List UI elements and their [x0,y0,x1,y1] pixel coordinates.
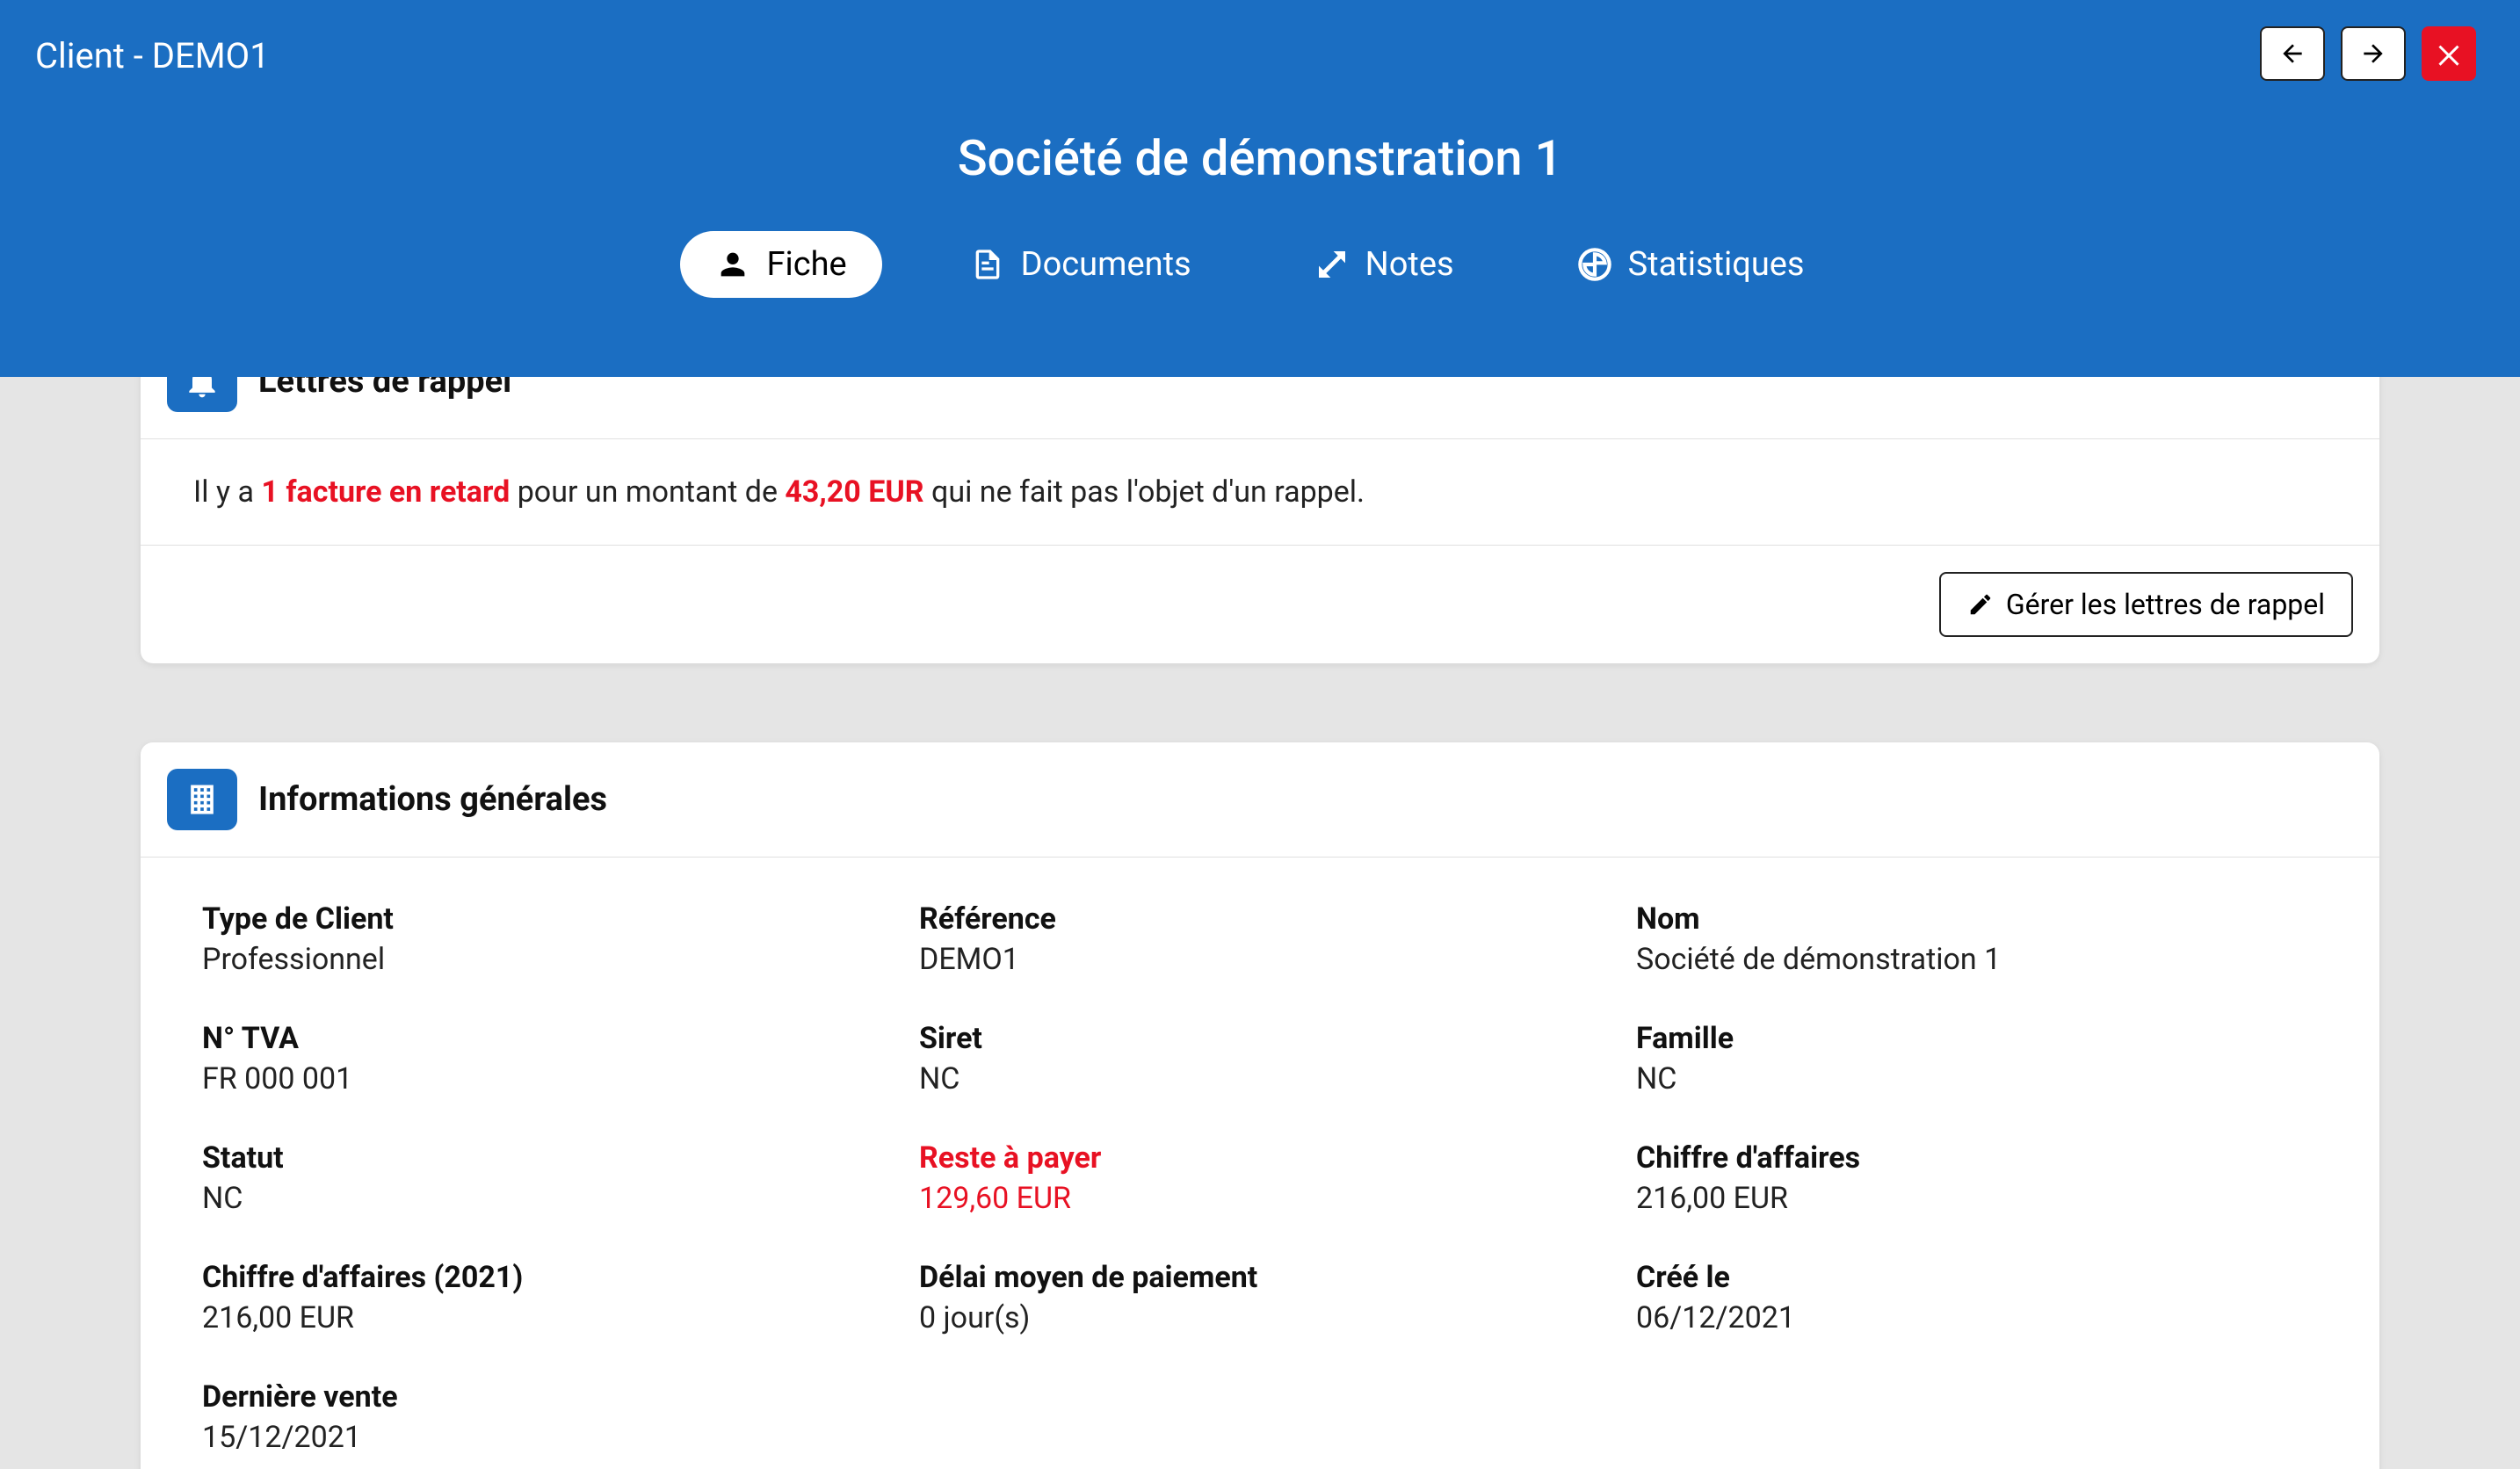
field-famille: Famille NC [1636,1021,2318,1096]
close-button[interactable] [2422,26,2476,81]
value-tva: FR 000 001 [202,1061,884,1096]
label-statut: Statut [202,1140,884,1176]
reminders-body: Il y a 1 facture en retard pour un monta… [141,439,2379,545]
label-delai: Délai moyen de paiement [919,1260,1601,1295]
next-button[interactable] [2341,26,2406,81]
value-reference: DEMO1 [919,942,1601,977]
value-reste-a-payer: 129,60 EUR [919,1181,1601,1216]
reminders-footer: Gérer les lettres de rappel [141,545,2379,663]
info-title: Informations générales [258,780,607,819]
field-siret: Siret NC [919,1021,1601,1096]
label-derniere-vente: Dernière vente [202,1379,884,1415]
field-nom: Nom Société de démonstration 1 [1636,901,2318,977]
value-nom: Société de démonstration 1 [1636,942,2318,977]
label-reference: Référence [919,901,1601,937]
label-cree-le: Créé le [1636,1260,2318,1295]
reminder-text-suffix: qui ne fait pas l'objet d'un rappel. [924,474,1365,510]
arrow-left-icon [2278,40,2306,68]
header: Client - DEMO1 Société de démonstration … [0,0,2520,377]
prev-button[interactable] [2260,26,2325,81]
label-ca-year: Chiffre d'affaires (2021) [202,1260,884,1295]
value-statut: NC [202,1181,884,1216]
value-derniere-vente: 15/12/2021 [202,1420,884,1455]
label-nom: Nom [1636,901,2318,937]
field-cree-le: Créé le 06/12/2021 [1636,1260,2318,1335]
value-type-client: Professionnel [202,942,884,977]
reminder-amount: 43,20 EUR [785,474,923,510]
value-ca-year: 216,00 EUR [202,1300,884,1335]
field-statut: Statut NC [202,1140,884,1216]
tab-documents-label: Documents [1021,245,1191,284]
value-ca: 216,00 EUR [1636,1181,2318,1216]
page-title: Société de démonstration 1 [35,94,2485,231]
tab-documents[interactable]: Documents [935,231,1227,298]
person-icon [715,247,750,282]
close-icon [2433,38,2465,69]
reminder-text-mid: pour un montant de [510,474,785,510]
stats-icon [1577,247,1612,282]
label-type-client: Type de Client [202,901,884,937]
field-reference: Référence DEMO1 [919,901,1601,977]
field-derniere-vente: Dernière vente 15/12/2021 [202,1379,884,1455]
field-type-client: Type de Client Professionnel [202,901,884,977]
tab-statistiques[interactable]: Statistiques [1542,231,1840,298]
info-grid: Type de Client Professionnel Référence D… [141,858,2379,1469]
reminder-count: 1 facture en retard [261,474,510,510]
breadcrumb: Client - DEMO1 [35,35,2485,94]
edit-icon [1967,591,1994,618]
label-siret: Siret [919,1021,1601,1056]
tab-statistiques-label: Statistiques [1628,245,1805,284]
field-reste-a-payer: Reste à payer 129,60 EUR [919,1140,1601,1216]
value-cree-le: 06/12/2021 [1636,1300,2318,1335]
label-reste-a-payer: Reste à payer [919,1140,1601,1176]
field-ca-year: Chiffre d'affaires (2021) 216,00 EUR [202,1260,884,1335]
document-icon [970,247,1005,282]
field-tva: N° TVA FR 000 001 [202,1021,884,1096]
tab-fiche[interactable]: Fiche [680,231,881,298]
tab-notes-label: Notes [1365,245,1454,284]
field-ca: Chiffre d'affaires 216,00 EUR [1636,1140,2318,1216]
top-buttons [2260,26,2476,81]
tabs: Fiche Documents Notes Statistiques [35,231,2485,377]
manage-reminders-label: Gérer les lettres de rappel [2006,588,2325,621]
label-tva: N° TVA [202,1021,884,1056]
info-card: Informations générales Type de Client Pr… [141,742,2379,1469]
reminder-text-prefix: Il y a [193,474,261,510]
tab-fiche-label: Fiche [766,245,846,284]
field-delai: Délai moyen de paiement 0 jour(s) [919,1260,1601,1335]
value-siret: NC [919,1061,1601,1096]
tab-notes[interactable]: Notes [1279,231,1489,298]
building-icon-box [167,769,237,830]
label-famille: Famille [1636,1021,2318,1056]
notes-icon [1314,247,1350,282]
content: Lettres de rappel Il y a 1 facture en re… [0,324,2520,1469]
arrow-right-icon [2359,40,2387,68]
building-icon [183,780,221,819]
label-ca: Chiffre d'affaires [1636,1140,2318,1176]
value-delai: 0 jour(s) [919,1300,1601,1335]
manage-reminders-button[interactable]: Gérer les lettres de rappel [1939,572,2353,637]
info-header: Informations générales [141,742,2379,858]
value-famille: NC [1636,1061,2318,1096]
